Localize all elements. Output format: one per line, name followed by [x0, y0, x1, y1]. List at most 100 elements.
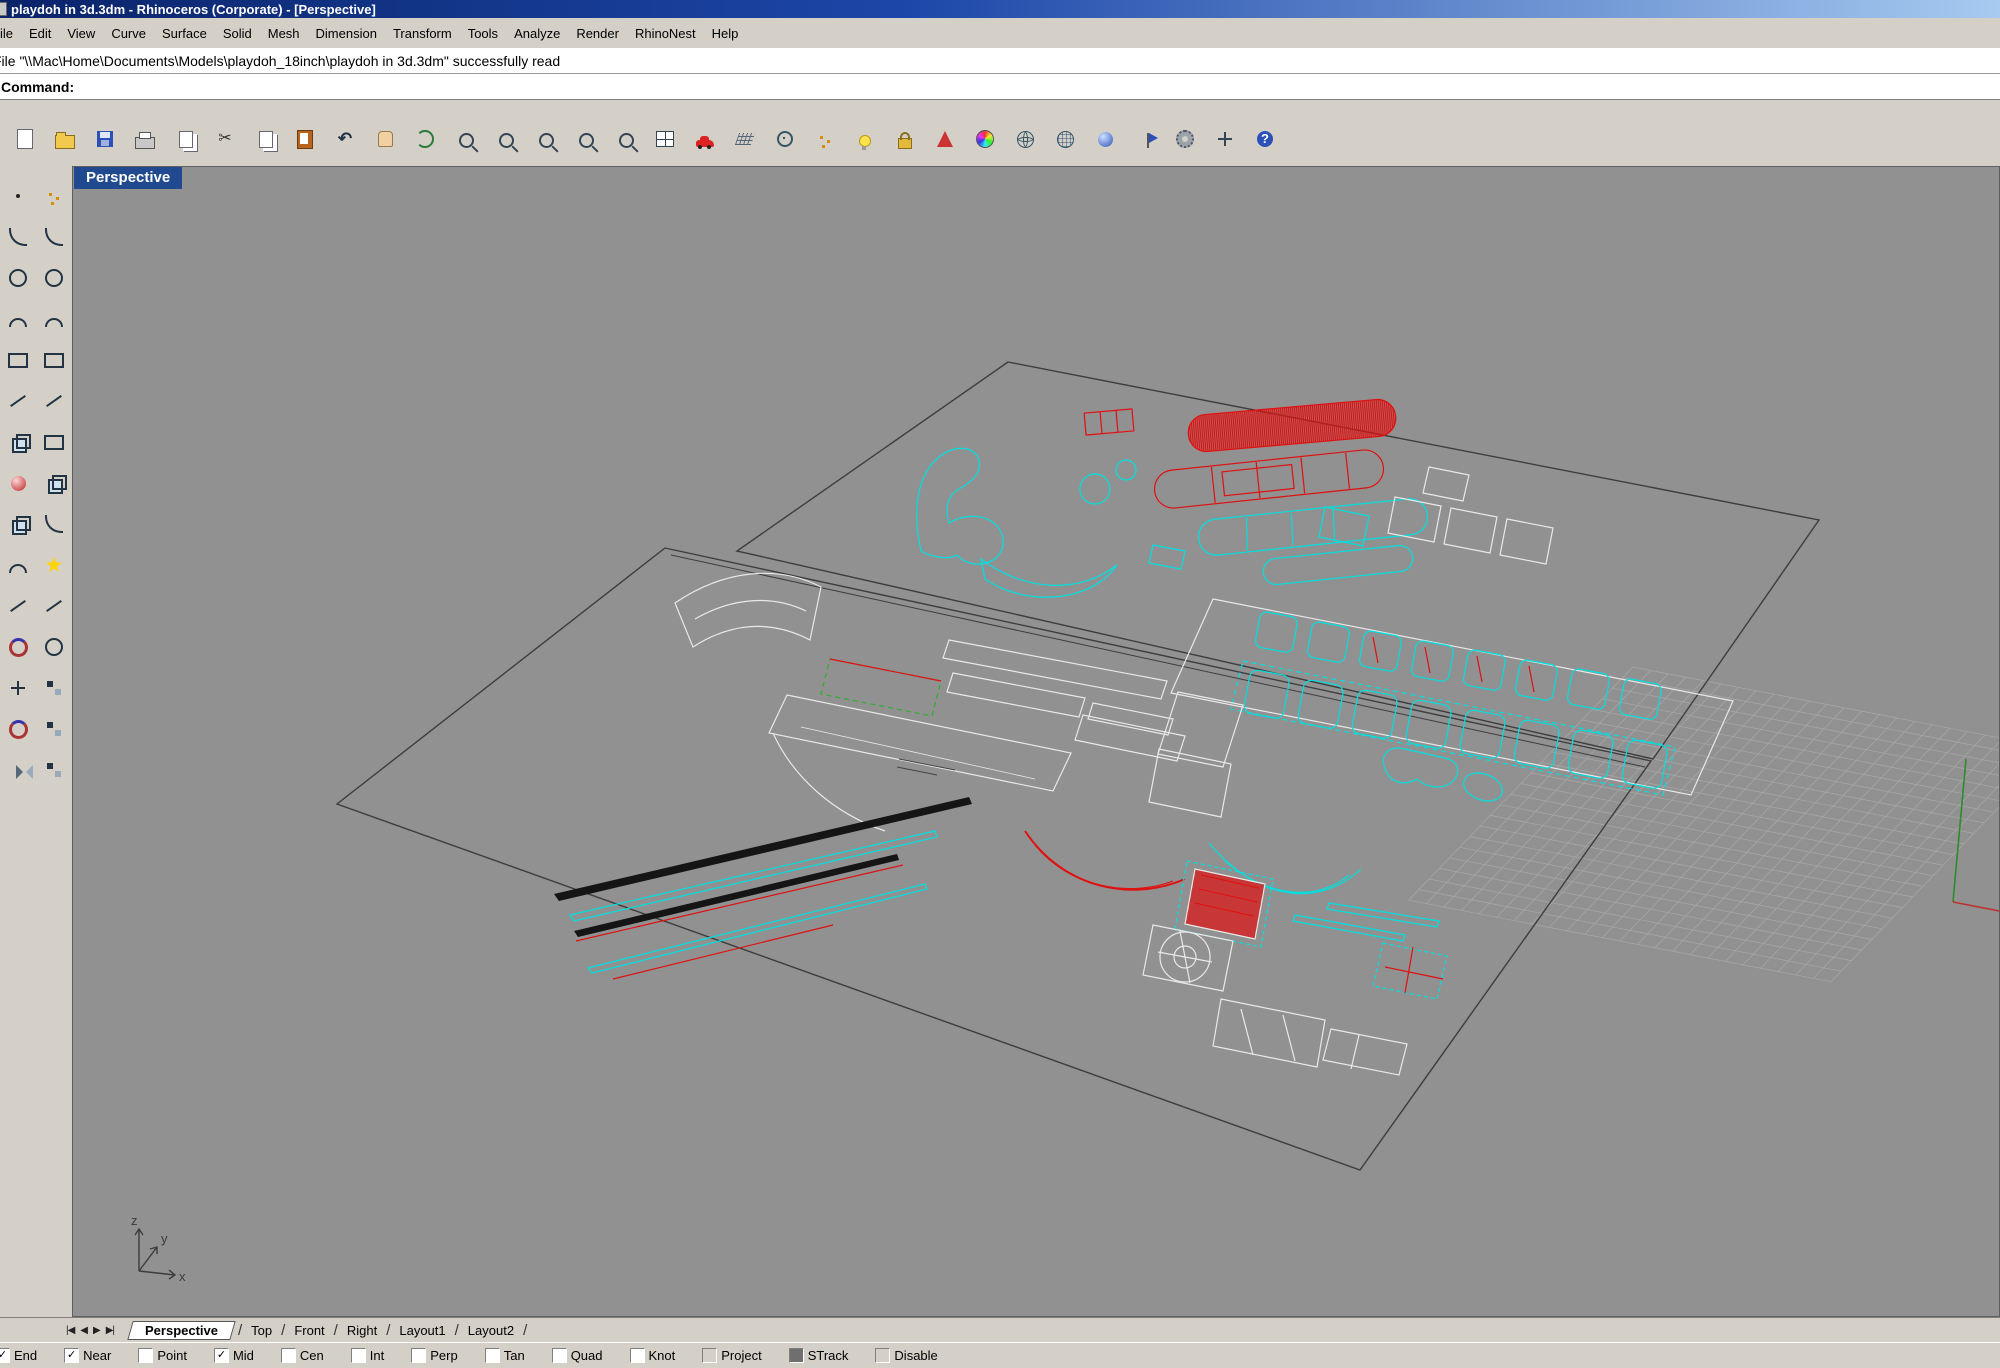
mirror-object-button[interactable] — [2, 754, 34, 786]
zoom-dynamic-button[interactable] — [450, 124, 480, 154]
print-button[interactable] — [130, 124, 160, 154]
zoom-selected-button[interactable] — [570, 124, 600, 154]
polygon-button[interactable] — [38, 344, 70, 376]
tab-nav-prev[interactable]: ◀ — [80, 1325, 87, 1336]
osnap-checkbox-cen[interactable] — [281, 1348, 296, 1363]
copy-object-button[interactable] — [38, 672, 70, 704]
viewport-tab-top[interactable]: Top — [243, 1322, 280, 1339]
render-preview-button[interactable] — [930, 124, 960, 154]
interpolate-curve-button[interactable] — [38, 221, 70, 253]
osnap-perp[interactable]: Perp — [411, 1348, 457, 1363]
wireframe-display-button[interactable] — [1010, 124, 1040, 154]
command-line[interactable]: Command: — [0, 74, 2000, 99]
osnap-checkbox-int[interactable] — [351, 1348, 366, 1363]
osnap-checkbox-knot[interactable] — [630, 1348, 645, 1363]
menu-analyze[interactable]: Analyze — [506, 23, 568, 44]
scale-object-button[interactable] — [38, 713, 70, 745]
box-button[interactable] — [2, 508, 34, 540]
osnap-strack[interactable]: STrack — [789, 1348, 849, 1363]
osnap-end[interactable]: ✓End — [0, 1348, 37, 1363]
viewport-canvas[interactable]: z y x — [73, 167, 2000, 1317]
point-grid-button[interactable] — [38, 180, 70, 212]
polyline-button[interactable] — [2, 385, 34, 417]
pan-view-button[interactable] — [370, 124, 400, 154]
plane-button[interactable] — [38, 426, 70, 458]
flag-marker-button[interactable] — [1130, 124, 1160, 154]
tab-nav-next[interactable]: ▶ — [93, 1325, 100, 1336]
circle-center-radius-button[interactable] — [2, 262, 34, 294]
join-button[interactable] — [2, 631, 34, 663]
viewport-layout-button[interactable] — [650, 124, 680, 154]
zoom-extents-button[interactable] — [610, 124, 640, 154]
tab-nav-first[interactable]: |◀ — [66, 1325, 74, 1336]
viewport-title-tab[interactable]: Perspective — [74, 167, 182, 189]
cylinder-button[interactable] — [38, 467, 70, 499]
ellipse-button[interactable] — [38, 262, 70, 294]
osnap-checkbox-quad[interactable] — [552, 1348, 567, 1363]
osnap-checkbox-point[interactable] — [138, 1348, 153, 1363]
osnap-mid[interactable]: ✓Mid — [214, 1348, 254, 1363]
osnap-quad[interactable]: Quad — [552, 1348, 603, 1363]
menu-curve[interactable]: Curve — [103, 23, 154, 44]
ghosted-display-button[interactable] — [1050, 124, 1080, 154]
osnap-project[interactable]: Project — [702, 1348, 761, 1363]
rotate-view-button[interactable] — [410, 124, 440, 154]
osnap-cen[interactable]: Cen — [281, 1348, 324, 1363]
copy-button[interactable] — [250, 124, 280, 154]
viewport-tab-right[interactable]: Right — [339, 1322, 385, 1339]
center-snap-button[interactable] — [770, 124, 800, 154]
menu-render[interactable]: Render — [568, 23, 627, 44]
rotate-object-button[interactable] — [2, 713, 34, 745]
color-picker-button[interactable] — [970, 124, 1000, 154]
osnap-checkbox-project[interactable] — [702, 1348, 717, 1363]
osnap-checkbox-perp[interactable] — [411, 1348, 426, 1363]
move-button[interactable] — [2, 672, 34, 704]
lock-objects-button[interactable] — [890, 124, 920, 154]
single-point-button[interactable] — [2, 180, 34, 212]
rhinonest-button[interactable] — [690, 124, 720, 154]
fillet-curves-button[interactable] — [2, 549, 34, 581]
rectangle-button[interactable] — [2, 344, 34, 376]
osnap-disable[interactable]: Disable — [875, 1348, 937, 1363]
viewport-tab-front[interactable]: Front — [286, 1322, 332, 1339]
control-point-curve-button[interactable] — [2, 221, 34, 253]
title-bar[interactable]: playdoh in 3d.3dm - Rhinoceros (Corporat… — [0, 0, 2000, 18]
array-objects-button[interactable] — [38, 754, 70, 786]
new-file-button[interactable] — [10, 124, 40, 154]
offset-curve-button[interactable] — [38, 631, 70, 663]
tab-nav-last[interactable]: ▶| — [106, 1325, 114, 1336]
menu-tools[interactable]: Tools — [460, 23, 506, 44]
help-button[interactable] — [1250, 124, 1280, 154]
osnap-checkbox-end[interactable]: ✓ — [0, 1348, 10, 1363]
menu-surface[interactable]: Surface — [154, 23, 215, 44]
viewport-perspective[interactable]: Perspective — [72, 166, 2000, 1317]
viewport-tab-perspective[interactable]: Perspective — [127, 1321, 235, 1340]
menu-solid[interactable]: Solid — [215, 23, 260, 44]
osnap-near[interactable]: ✓Near — [64, 1348, 111, 1363]
arc-center-button[interactable] — [2, 303, 34, 335]
save-button[interactable] — [90, 124, 120, 154]
surface-from-corners-button[interactable] — [2, 426, 34, 458]
osnap-checkbox-near[interactable]: ✓ — [64, 1348, 79, 1363]
osnap-tan[interactable]: Tan — [485, 1348, 525, 1363]
osnap-checkbox-tan[interactable] — [485, 1348, 500, 1363]
smarttrack-button[interactable] — [1210, 124, 1240, 154]
menu-transform[interactable]: Transform — [385, 23, 460, 44]
sphere-button[interactable] — [2, 467, 34, 499]
menu-rhinonest[interactable]: RhinoNest — [627, 23, 704, 44]
light-button[interactable] — [850, 124, 880, 154]
osnap-knot[interactable]: Knot — [630, 1348, 676, 1363]
osnap-checkbox-mid[interactable]: ✓ — [214, 1348, 229, 1363]
shaded-display-button[interactable] — [1090, 124, 1120, 154]
split-button[interactable] — [38, 590, 70, 622]
line-segment-button[interactable] — [38, 385, 70, 417]
open-file-button[interactable] — [50, 124, 80, 154]
zoom-in-button[interactable] — [490, 124, 520, 154]
conic-button[interactable] — [38, 303, 70, 335]
paste-button[interactable] — [290, 124, 320, 154]
menu-edit[interactable]: Edit — [21, 23, 59, 44]
osnap-point[interactable]: Point — [138, 1348, 187, 1363]
copy-to-clipboard-button[interactable] — [170, 124, 200, 154]
undo-button[interactable] — [330, 124, 360, 154]
cut-button[interactable] — [210, 124, 240, 154]
